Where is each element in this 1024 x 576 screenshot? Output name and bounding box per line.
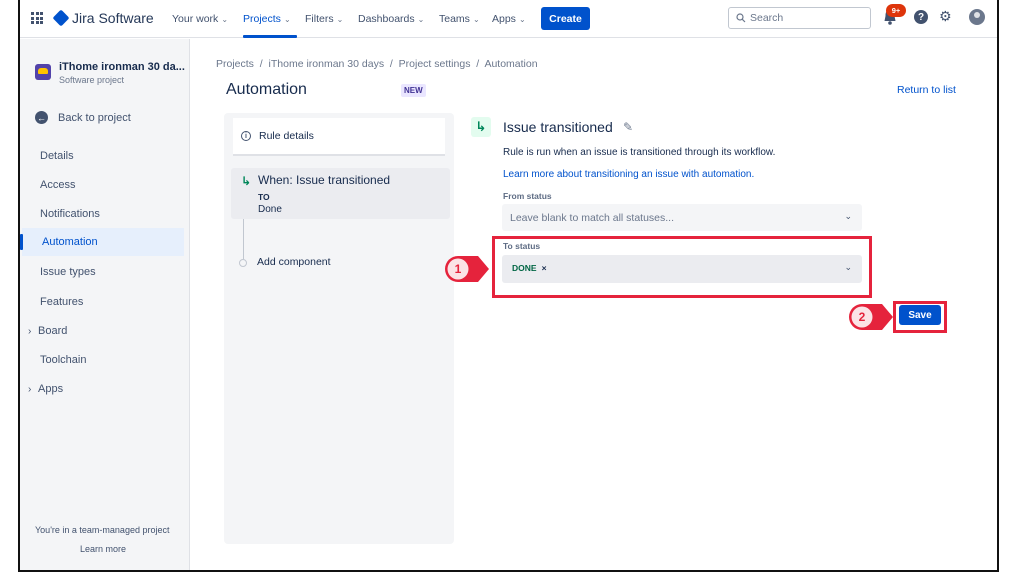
sidebar-item-notifications[interactable]: Notifications [20,200,184,228]
jira-diamond-icon [52,9,70,27]
sidebar-item-label: Toolchain [40,354,87,366]
project-avatar-icon [35,64,51,80]
sidebar-item-label: Apps [38,383,64,395]
nav-filters[interactable]: Filters ⌄ [305,13,343,25]
user-avatar[interactable] [969,9,985,25]
search-icon [736,13,746,23]
project-header[interactable]: iThome ironman 30 da... Software project [35,61,185,85]
back-label: Back to project [58,111,131,124]
product-name: Jira Software [72,10,154,26]
sidebar-item-toolchain[interactable]: Toolchain [20,346,184,374]
sidebar-item-label: Details [40,150,74,162]
help-icon[interactable]: ? [914,10,928,24]
status-tag-done[interactable]: DONE × [512,263,547,273]
search-input[interactable]: Search [728,7,871,29]
transition-icon: ↳ [471,117,491,137]
add-component-dot-icon [239,259,247,267]
sidebar-item-issue-types[interactable]: Issue types [20,258,184,286]
notification-badge: 9+ [886,4,906,17]
nav-teams[interactable]: Teams ⌄ [439,13,480,25]
project-name: iThome ironman 30 da... [59,61,185,73]
nav-apps[interactable]: Apps ⌄ [492,13,526,25]
from-status-placeholder: Leave blank to match all statuses... [510,211,675,224]
breadcrumb[interactable]: Projects / iThome ironman 30 days / Proj… [216,58,538,70]
nav-label: Filters [305,13,334,25]
remove-tag-icon[interactable]: × [542,263,547,273]
nav-active-indicator [243,35,297,38]
trigger-to-label: TO [258,192,270,202]
chevron-down-icon: ⌄ [518,14,526,24]
chevron-down-icon: ⌄ [844,262,852,272]
sidebar-item-automation[interactable]: Automation [20,228,184,256]
nav-dashboards[interactable]: Dashboards ⌄ [358,13,424,25]
nav-label: Teams [439,13,470,25]
connector-line [243,219,244,259]
sidebar-item-apps[interactable]: › Apps [20,375,184,403]
nav-your-work[interactable]: Your work ⌄ [172,13,228,25]
edit-pencil-icon[interactable]: ✎ [623,120,633,134]
from-status-label: From status [503,191,552,201]
project-type: Software project [59,75,125,85]
to-status-select[interactable]: DONE × ⌄ [502,255,862,283]
sidebar-item-label: Automation [42,236,98,248]
chevron-down-icon: ⌄ [221,14,229,24]
rule-builder-panel: i Rule details ↳ When: Issue transitione… [224,113,454,544]
return-to-list-link[interactable]: Return to list [897,84,956,96]
chevron-down-icon: ⌄ [472,14,480,24]
save-button[interactable]: Save [899,305,941,325]
learn-more-link[interactable]: Learn more [80,544,126,554]
trigger-title: When: Issue transitioned [258,173,391,187]
from-status-select[interactable]: Leave blank to match all statuses... ⌄ [502,204,862,231]
trigger-to-value: Done [258,204,282,215]
component-description: Rule is run when an issue is transitione… [503,147,776,158]
top-navigation: Jira Software Your work ⌄ Projects ⌄ Filte… [20,0,997,38]
sidebar-item-label: Board [38,325,68,337]
create-button[interactable]: Create [541,7,590,30]
chevron-down-icon: ⌄ [283,14,291,24]
nav-label: Your work [172,13,219,25]
sidebar-item-label: Issue types [40,266,96,278]
chevron-down-icon: ⌄ [844,211,852,221]
back-to-project-link[interactable]: ← Back to project [35,111,131,124]
to-status-label: To status [503,241,541,251]
info-icon: i [241,131,251,141]
arrow-left-icon: ← [35,111,48,124]
sidebar-item-access[interactable]: Access [20,171,184,199]
sidebar-item-label: Notifications [40,208,100,220]
callout-marker-1: 1 [445,256,489,282]
sidebar-item-features[interactable]: Features [20,288,184,316]
chevron-right-icon: › [28,383,32,395]
nav-label: Projects [243,13,281,25]
transition-icon: ↳ [241,174,252,188]
rule-details-label: Rule details [259,130,314,142]
page-title: Automation [226,81,307,98]
app-window: Jira Software Your work ⌄ Projects ⌄ Filte… [18,0,999,572]
trigger-card[interactable]: ↳ When: Issue transitioned TO Done [231,168,450,219]
sidebar-item-details[interactable]: Details [20,142,184,170]
new-badge: NEW [401,84,426,97]
callout-number: 1 [455,262,462,276]
nav-label: Apps [492,13,516,25]
chevron-down-icon: ⌄ [336,14,344,24]
sidebar-item-board[interactable]: › Board [20,317,184,345]
callout-marker-2: 2 [849,304,893,330]
app-switcher-icon[interactable] [31,12,43,24]
search-placeholder: Search [750,12,784,24]
component-title: Issue transitioned [503,119,613,135]
status-tag-label: DONE [512,263,537,273]
add-component-button[interactable]: Add component [257,256,331,268]
jira-logo[interactable]: Jira Software [52,9,154,27]
chevron-down-icon: ⌄ [417,14,425,24]
learn-more-transition-link[interactable]: Learn more about transitioning an issue … [503,169,754,180]
nav-label: Dashboards [358,13,415,25]
project-sidebar: iThome ironman 30 da... Software project… [20,39,190,570]
nav-projects[interactable]: Projects ⌄ [243,13,291,25]
sidebar-item-label: Access [40,179,76,191]
team-managed-note: You're in a team-managed project [35,525,170,535]
sidebar-item-label: Features [40,296,84,308]
gear-icon[interactable]: ⚙ [939,8,952,25]
callout-number: 2 [859,310,866,324]
chevron-right-icon: › [28,325,32,337]
rule-details-button[interactable]: i Rule details [233,118,445,156]
